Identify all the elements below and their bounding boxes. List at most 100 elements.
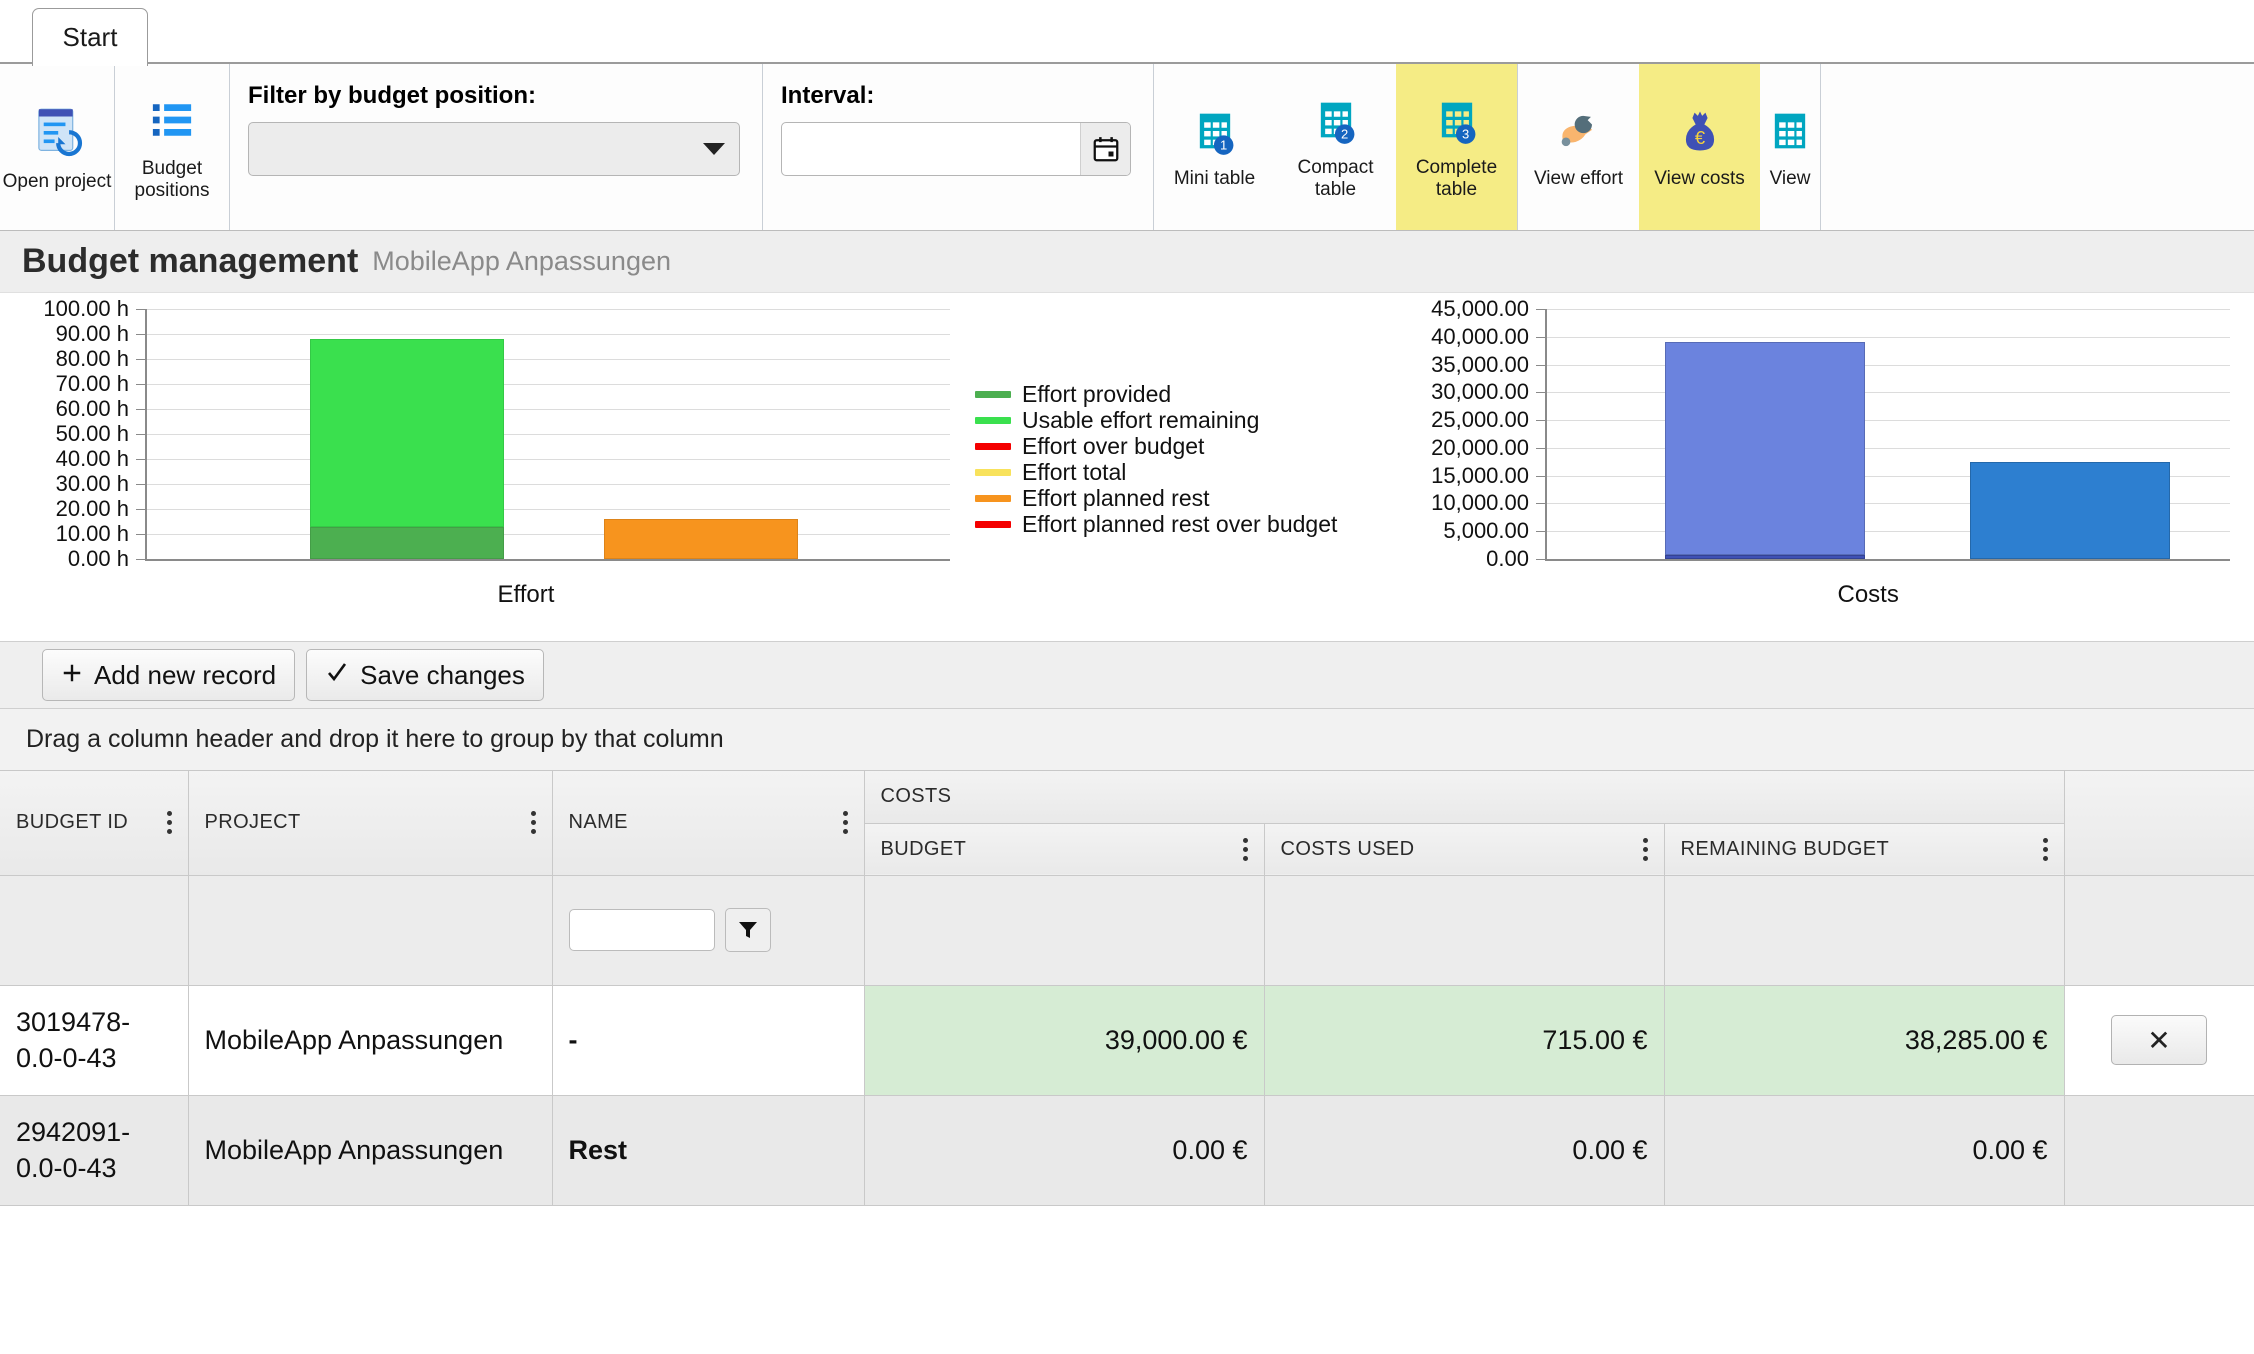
charts-area: 0.00 h 10.00 h 20.00 h 30.00 h 40.00 h 50.00 … xyxy=(0,293,2254,641)
document-refresh-icon xyxy=(28,102,86,165)
column-header-costs-used-label: COSTS USED xyxy=(1280,837,1415,860)
axis-tick xyxy=(136,434,145,435)
delete-row-button[interactable]: ✕ xyxy=(2111,1015,2208,1065)
column-menu-icon[interactable] xyxy=(2042,837,2048,861)
column-menu-icon[interactable] xyxy=(842,811,848,835)
axis-tick xyxy=(136,309,145,310)
legend-label: Effort planned rest over budget xyxy=(1022,510,1338,537)
axis-tick xyxy=(1536,309,1545,310)
close-icon: ✕ xyxy=(2147,1024,2171,1056)
interval-field[interactable] xyxy=(781,122,1131,176)
legend-label: Usable effort remaining xyxy=(1022,406,1260,433)
table-row[interactable]: 2942091-0.0-0-43 MobileApp Anpassungen R… xyxy=(0,1095,2254,1206)
column-header-remaining-budget-label: REMAINING BUDGET xyxy=(1680,837,1890,860)
cell-actions: ✕ xyxy=(2064,985,2254,1096)
ribbon-button-mini-table[interactable]: 1 Mini table xyxy=(1154,64,1275,230)
gridline xyxy=(1545,336,2230,338)
column-header-project[interactable]: PROJECT xyxy=(188,771,553,876)
calendar-icon[interactable] xyxy=(1080,123,1130,175)
filter-cell-remaining-budget xyxy=(1664,875,2065,986)
legend-item[interactable]: Effort total xyxy=(975,459,1337,485)
legend-item[interactable]: Effort planned rest xyxy=(975,485,1337,511)
column-menu-icon[interactable] xyxy=(166,811,172,835)
y-axis-tick-label: 40,000.00 xyxy=(1431,323,1529,349)
ribbon-button-view-costs[interactable]: € View costs xyxy=(1639,64,1760,230)
y-axis-tick-label: 35,000.00 xyxy=(1431,351,1529,377)
axis-tick xyxy=(136,459,145,460)
legend-color-swatch xyxy=(975,390,1011,398)
column-header-costs-used[interactable]: COSTS USED xyxy=(1264,823,1665,876)
ribbon: Open project Budget positions Filter by … xyxy=(0,64,2254,231)
legend-item[interactable]: Usable effort remaining xyxy=(975,407,1337,433)
legend-label: Effort planned rest xyxy=(1022,484,1210,511)
chart-legend: Effort provided Usable effort remaining Ef… xyxy=(975,381,1337,537)
add-new-record-button[interactable]: Add new record xyxy=(42,649,296,701)
gridline xyxy=(145,359,950,360)
grid-header-row-1: BUDGET ID PROJECT NAME COSTS xyxy=(0,771,2254,876)
axis-tick xyxy=(136,534,145,535)
ribbon-button-open-project[interactable]: Open project xyxy=(0,64,114,230)
filter-cell-actions xyxy=(2064,875,2254,986)
ribbon-button-compact-table[interactable]: 2 Compact table xyxy=(1275,64,1396,230)
column-header-remaining-budget[interactable]: REMAINING BUDGET xyxy=(1664,823,2065,876)
axis-tick xyxy=(1536,364,1545,366)
y-axis-tick-label: 45,000.00 xyxy=(1431,296,1529,321)
column-header-budget[interactable]: BUDGET xyxy=(864,823,1265,876)
ribbon-button-complete-table[interactable]: 3 Complete table xyxy=(1396,64,1517,230)
ribbon-group-project: Open project xyxy=(0,64,115,230)
legend-item[interactable]: Effort planned rest over budget xyxy=(975,511,1337,537)
legend-label: Effort provided xyxy=(1022,380,1172,407)
column-menu-icon[interactable] xyxy=(1242,837,1248,861)
column-header-budget-id[interactable]: BUDGET ID xyxy=(0,771,189,876)
group-by-drop-panel[interactable]: Drag a column header and drop it here to… xyxy=(0,709,2254,771)
table-row[interactable]: 3019478-0.0-0-43 MobileApp Anpassungen -… xyxy=(0,985,2254,1096)
ribbon-group-interval: Interval: xyxy=(763,64,1154,230)
budget-position-select[interactable] xyxy=(248,122,740,176)
ribbon-button-budget-positions[interactable]: Budget positions xyxy=(115,64,229,230)
bar-segment[interactable] xyxy=(310,526,504,559)
page-title: Budget management xyxy=(22,242,359,280)
table-3-icon: 3 xyxy=(1431,94,1483,151)
axis-tick xyxy=(1536,503,1545,505)
axis-tick xyxy=(136,359,145,360)
axis-tick xyxy=(1536,392,1545,394)
cell-remaining-budget: 0.00 € xyxy=(1664,1095,2065,1206)
ribbon-button-view-effort-label: View effort xyxy=(1533,168,1624,189)
bar-segment[interactable] xyxy=(604,519,798,559)
bar-segment[interactable] xyxy=(310,339,504,527)
interval-input[interactable] xyxy=(782,123,1080,175)
ribbon-button-view-more[interactable]: View xyxy=(1760,64,1820,230)
ribbon-button-view-effort[interactable]: View effort xyxy=(1518,64,1639,230)
y-axis-tick-label: 40.00 h xyxy=(55,446,129,471)
column-menu-icon[interactable] xyxy=(1642,837,1648,861)
gridline xyxy=(145,434,950,435)
legend-item[interactable]: Effort provided xyxy=(975,381,1337,407)
y-axis-tick-label: 15,000.00 xyxy=(1431,462,1529,488)
axis-tick xyxy=(136,484,145,485)
y-axis-tick-label: 0.00 h xyxy=(67,546,129,571)
bar-segment[interactable] xyxy=(1665,342,1865,556)
name-filter-input[interactable] xyxy=(568,909,715,951)
gridline xyxy=(1545,447,2230,449)
legend-label: Effort over budget xyxy=(1022,432,1205,459)
gridline xyxy=(145,484,950,485)
gridline xyxy=(145,384,950,385)
bar-segment[interactable] xyxy=(1970,461,2170,559)
axis-tick xyxy=(136,559,145,560)
tab-start[interactable]: Start xyxy=(32,8,148,66)
ribbon-button-complete-table-label: Complete table xyxy=(1415,157,1498,200)
funnel-icon[interactable] xyxy=(724,908,771,952)
column-menu-icon[interactable] xyxy=(530,811,536,835)
column-header-costs-group: COSTS xyxy=(864,771,2065,824)
ribbon-tabstrip: Start xyxy=(0,0,2254,66)
save-changes-button[interactable]: Save changes xyxy=(306,649,544,701)
x-axis-category-label: Effort xyxy=(497,581,555,608)
legend-color-swatch xyxy=(975,520,1011,528)
column-header-name[interactable]: NAME xyxy=(552,771,865,876)
y-axis xyxy=(1545,309,1547,559)
bar-segment[interactable] xyxy=(1665,555,1865,559)
legend-item[interactable]: Effort over budget xyxy=(975,433,1337,459)
cell-budget: 39,000.00 € xyxy=(864,985,1265,1096)
ribbon-button-compact-table-label: Compact table xyxy=(1297,157,1374,200)
x-axis xyxy=(1545,559,2230,561)
